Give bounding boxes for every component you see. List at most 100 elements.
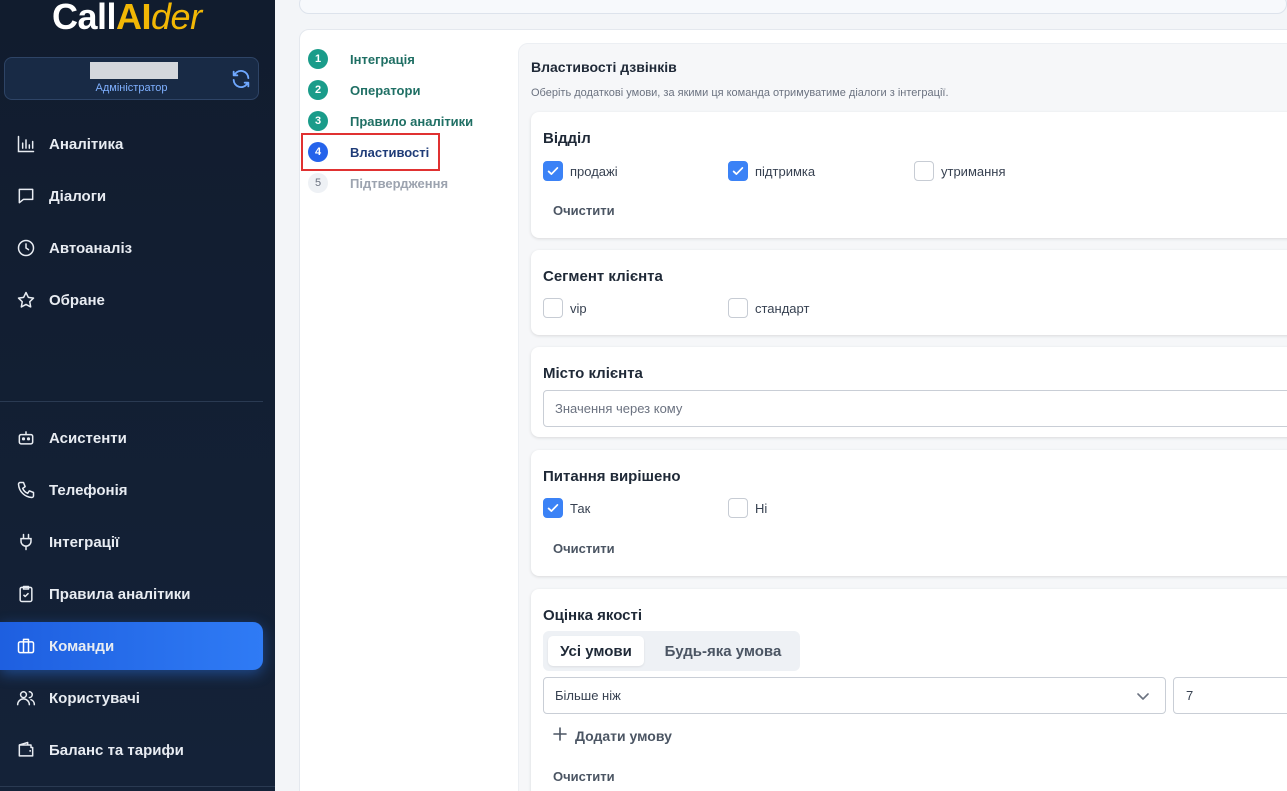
checkbox-sales[interactable]: продажі [543, 161, 618, 181]
add-condition-button[interactable]: Додати умову [553, 727, 672, 744]
clear-button[interactable]: Очистити [553, 541, 615, 556]
nav-item-favorites[interactable]: Обране [0, 276, 263, 324]
nav-divider [0, 401, 263, 402]
nav-label: Правила аналітики [49, 585, 191, 603]
section-title: Сегмент клієнта [543, 268, 663, 285]
logo-part-ai: AI [116, 0, 152, 37]
nav-item-analytics[interactable]: Аналітика [0, 120, 263, 168]
input-value: 7 [1186, 688, 1194, 703]
wallet-icon [15, 739, 37, 761]
plug-icon [15, 531, 37, 553]
nav-label: Баланс та тарифи [49, 741, 184, 759]
nav-label: Асистенти [49, 429, 127, 447]
user-switcher[interactable]: Адміністратор [4, 57, 259, 100]
checkbox-box [543, 298, 563, 318]
logo-part-call: Call [52, 0, 117, 37]
checkbox-box [914, 161, 934, 181]
nav-item-autoanalysis[interactable]: Автоаналіз [0, 224, 263, 272]
nav-label: Користувачі [49, 689, 140, 707]
step-number: 2 [308, 80, 328, 100]
check-icon [543, 161, 563, 181]
checkbox-retention[interactable]: утримання [914, 161, 1006, 181]
annotation-highlight-box [301, 133, 440, 171]
chat-icon [15, 185, 37, 207]
panel-subtitle: Оберіть додаткові умови, за якими ця ком… [531, 87, 949, 99]
checkbox-standard[interactable]: стандарт [728, 298, 809, 318]
checkbox-vip[interactable]: vip [543, 298, 587, 318]
add-condition-label: Додати умову [575, 727, 672, 744]
top-bar [299, 0, 1287, 14]
section-title: Місто клієнта [543, 365, 643, 382]
section-quality-score: Оцінка якості Усі умови Будь-яка умова Б… [531, 589, 1287, 791]
step-operators[interactable]: 2 Оператори [308, 80, 420, 100]
briefcase-icon [15, 635, 37, 657]
check-icon [543, 498, 563, 518]
checkbox-box [728, 298, 748, 318]
clock-icon [15, 237, 37, 259]
nav-label: Телефонія [49, 481, 128, 499]
nav-label: Інтеграції [49, 533, 120, 551]
tab-all-conditions[interactable]: Усі умови [548, 636, 644, 666]
nav-item-teams[interactable]: Команди [0, 622, 263, 670]
nav-item-assistants[interactable]: Асистенти [0, 414, 263, 462]
operator-select[interactable]: Більше ніж [543, 677, 1166, 714]
section-department: Відділ продажі підтримка утримання Очист… [531, 112, 1287, 238]
checkbox-yes[interactable]: Так [543, 498, 590, 518]
nav-item-telephony[interactable]: Телефонія [0, 466, 263, 514]
checkbox-label: стандарт [755, 300, 810, 316]
step-number: 1 [308, 49, 328, 69]
section-title: Відділ [543, 130, 591, 147]
user-name-redacted [90, 62, 178, 79]
sidebar: CallAIder Адміністратор Аналітика Діалог… [0, 0, 275, 791]
phone-icon [15, 479, 37, 501]
check-icon [728, 161, 748, 181]
nav-item-users[interactable]: Користувачі [0, 674, 263, 722]
checkbox-label: продажі [570, 163, 618, 179]
nav-item-analytics-rules[interactable]: Правила аналітики [0, 570, 263, 618]
star-icon [15, 289, 37, 311]
section-client-city: Місто клієнта Значення через кому [531, 347, 1287, 437]
bar-chart-icon [15, 133, 37, 155]
condition-mode-toggle: Усі умови Будь-яка умова [543, 631, 800, 671]
chevron-down-icon [1135, 688, 1151, 707]
refresh-icon[interactable] [230, 68, 252, 90]
robot-icon [15, 427, 37, 449]
tab-any-condition[interactable]: Будь-яка умова [652, 636, 794, 666]
logo-part-der: der [151, 0, 202, 37]
section-title: Оцінка якості [543, 607, 643, 624]
value-input[interactable]: 7 [1173, 677, 1287, 714]
user-role: Адміністратор [95, 82, 168, 94]
nav-label: Автоаналіз [49, 239, 133, 257]
nav-item-dialogs[interactable]: Діалоги [0, 172, 263, 220]
step-confirmation: 5 Підтвердження [308, 173, 448, 193]
section-title: Питання вирішено [543, 468, 681, 485]
step-integration[interactable]: 1 Інтеграція [308, 49, 415, 69]
step-analytics-rule[interactable]: 3 Правило аналітики [308, 111, 473, 131]
checkbox-label: підтримка [755, 163, 816, 179]
checkbox-no[interactable]: Ні [728, 498, 767, 518]
step-label: Підтвердження [350, 175, 449, 191]
step-label: Інтеграція [350, 51, 415, 67]
sidebar-bottom-divider [0, 786, 275, 787]
nav-label: Діалоги [49, 187, 107, 205]
plus-icon [553, 727, 567, 744]
step-label: Правило аналітики [350, 113, 474, 129]
users-icon [15, 687, 37, 709]
checkbox-label: Ні [755, 500, 768, 516]
city-input[interactable]: Значення через кому [543, 390, 1287, 427]
nav-item-billing[interactable]: Баланс та тарифи [0, 726, 263, 774]
brand-logo[interactable]: CallAIder [52, 0, 202, 38]
clear-button[interactable]: Очистити [553, 769, 615, 784]
checkbox-label: Так [570, 500, 591, 516]
step-number: 5 [308, 173, 328, 193]
nav-label: Аналітика [49, 135, 124, 153]
section-client-segment: Сегмент клієнта vip стандарт [531, 250, 1287, 335]
checkbox-label: утримання [941, 163, 1006, 179]
panel-title: Властивості дзвінків [531, 59, 677, 75]
step-number: 3 [308, 111, 328, 131]
nav-item-integrations[interactable]: Інтеграції [0, 518, 263, 566]
step-label: Оператори [350, 82, 421, 98]
clear-button[interactable]: Очистити [553, 203, 615, 218]
checkbox-support[interactable]: підтримка [728, 161, 815, 181]
nav-label: Команди [49, 637, 115, 655]
